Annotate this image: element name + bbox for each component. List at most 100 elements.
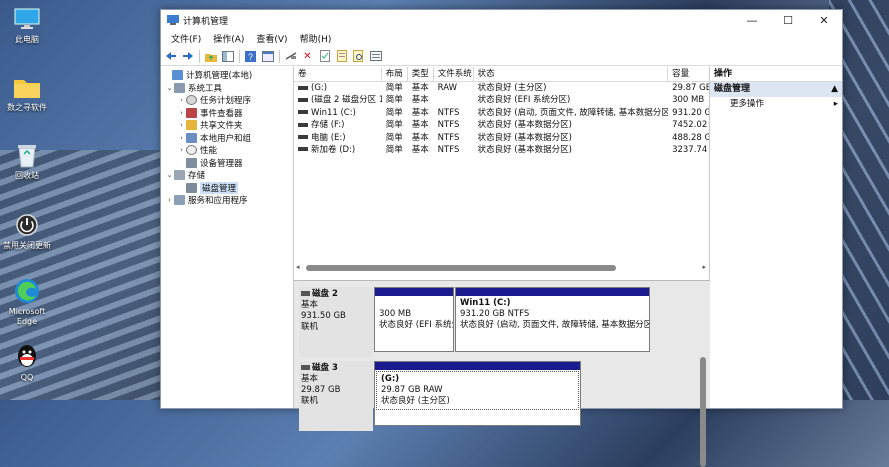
- chevron-right-icon[interactable]: ›: [177, 146, 186, 154]
- column-header-status[interactable]: 状态: [474, 67, 669, 81]
- volume-cell-text: 简单: [385, 132, 403, 143]
- volume-table-cell: NTFS: [434, 119, 474, 131]
- partition-block[interactable]: 300 MB 状态良好 (EFI 系统分区): [374, 287, 454, 352]
- volume-icon: [298, 97, 308, 102]
- partition-name: Win11 (C:): [460, 298, 511, 308]
- title-bar[interactable]: 计算机管理 — ☐ ✕: [161, 10, 842, 30]
- properties-icon[interactable]: [318, 50, 331, 63]
- volume-table-cell: 基本: [408, 119, 434, 131]
- close-button[interactable]: ✕: [806, 10, 842, 30]
- window-title: 计算机管理: [183, 16, 229, 27]
- vertical-scrollbar-thumb[interactable]: [700, 357, 706, 467]
- desktop-icon-this-pc[interactable]: 此电脑: [0, 6, 54, 45]
- partition-size: 931.20 GB NTFS: [460, 309, 530, 319]
- svg-text:?: ?: [248, 52, 253, 62]
- disk-management-pane: 卷 布局 类型 文件系统 状态 容量 (G:) 简单 基本 RAW 状态良好 (主分区)…: [294, 67, 710, 467]
- tree-item-computer-management[interactable]: 计算机管理(本地): [161, 69, 293, 82]
- volume-table-cell: 电脑 (E:): [294, 132, 382, 144]
- tree-item-storage[interactable]: ⌄ 存储: [161, 169, 293, 182]
- show-hide-tree-icon[interactable]: [221, 50, 234, 63]
- open-folder-icon[interactable]: [335, 50, 348, 63]
- volume-table-row[interactable]: (G:) 简单 基本 RAW 状态良好 (主分区) 29.87 GB: [294, 82, 709, 94]
- volume-cell-text: 3237.74: [672, 144, 708, 155]
- tree-item-label: 事件查看器: [200, 108, 243, 119]
- menu-help[interactable]: 帮助(H): [294, 32, 338, 45]
- tree-item-task-scheduler[interactable]: › 任务计划程序: [161, 94, 293, 107]
- chevron-right-icon[interactable]: ▸: [702, 263, 706, 273]
- desktop-icon-edge[interactable]: Microsoft Edge: [0, 278, 54, 327]
- volume-cell-text: 基本: [411, 83, 429, 93]
- volume-table-row[interactable]: Win11 (C:) 简单 基本 NTFS 状态良好 (启动, 页面文件, 故障转储, …: [294, 107, 709, 119]
- chevron-right-icon[interactable]: ›: [177, 109, 186, 117]
- column-header-capacity[interactable]: 容量: [668, 67, 709, 81]
- desktop-icon-qq[interactable]: QQ: [0, 344, 54, 383]
- tree-item-event-viewer[interactable]: › 事件查看器: [161, 107, 293, 120]
- console-icon[interactable]: [261, 50, 274, 63]
- tree-item-system-tools[interactable]: ⌄ 系统工具: [161, 82, 293, 95]
- up-folder-icon[interactable]: [204, 50, 217, 63]
- column-header-layout[interactable]: 布局: [382, 67, 408, 81]
- menu-view[interactable]: 查看(V): [250, 32, 293, 45]
- partition-block[interactable]: Win11 (C:) 931.20 GB NTFS 状态良好 (启动, 页面文件…: [455, 287, 650, 352]
- maximize-button[interactable]: ☐: [770, 10, 806, 30]
- menu-action[interactable]: 操作(A): [207, 32, 250, 45]
- chevron-right-icon[interactable]: ›: [177, 121, 186, 129]
- volume-table-row[interactable]: 存储 (F:) 简单 基本 NTFS 状态良好 (基本数据分区) 7452.02: [294, 119, 709, 131]
- partition-block[interactable]: (G:) 29.87 GB RAW 状态良好 (主分区): [374, 361, 581, 426]
- volume-table-cell: 931.20 GB: [668, 107, 709, 119]
- actions-section-disk-management[interactable]: 磁盘管理 ▲: [710, 82, 842, 97]
- desktop-icon-recycle-bin[interactable]: 回收站: [0, 142, 54, 181]
- disk-info[interactable]: 磁盘 2 基本 931.50 GB 联机: [299, 287, 373, 357]
- volume-table-cell: 状态良好 (基本数据分区): [474, 132, 669, 144]
- menu-file[interactable]: 文件(F): [165, 32, 207, 45]
- chevron-down-icon[interactable]: ⌄: [165, 171, 174, 179]
- connect-icon[interactable]: [284, 50, 297, 63]
- desktop-icon-folder[interactable]: 数之寻软件: [0, 74, 54, 113]
- column-header-volume[interactable]: 卷: [294, 67, 382, 81]
- tree-item-shared-folders[interactable]: › 共享文件夹: [161, 119, 293, 132]
- chevron-left-icon[interactable]: ◂: [296, 263, 300, 273]
- partition-size: 300 MB: [379, 309, 412, 319]
- volume-cell-text: 基本: [411, 132, 429, 143]
- volume-table-row[interactable]: 新加卷 (D:) 简单 基本 NTFS 状态良好 (基本数据分区) 3237.74: [294, 144, 709, 156]
- tree-item-local-users-groups[interactable]: › 本地用户和组: [161, 132, 293, 145]
- chevron-up-icon[interactable]: ▲: [831, 82, 838, 97]
- desktop-icon-label: 数之寻软件: [7, 103, 47, 112]
- chevron-right-icon[interactable]: ›: [165, 196, 174, 204]
- tree-item-performance[interactable]: › 性能: [161, 144, 293, 157]
- minimize-button[interactable]: —: [734, 10, 770, 30]
- chevron-right-icon[interactable]: ›: [177, 134, 186, 142]
- desktop-icon-label: Microsoft Edge: [8, 307, 46, 326]
- desktop-icon-disable-updates[interactable]: 禁用关闭更新: [0, 212, 54, 251]
- volume-cell-text: Win11 (C:): [311, 107, 356, 118]
- help-icon[interactable]: ?: [244, 50, 257, 63]
- volume-cell-text: 简单: [385, 83, 403, 93]
- volume-cell-text: 简单: [385, 120, 403, 131]
- disk-info[interactable]: 磁盘 3 基本 29.87 GB 联机: [299, 361, 373, 431]
- recycle-bin-icon: [13, 142, 41, 168]
- list-view-icon[interactable]: [369, 50, 382, 63]
- search-icon[interactable]: [352, 50, 365, 63]
- tree-item-device-manager[interactable]: 设备管理器: [161, 157, 293, 170]
- column-header-type[interactable]: 类型: [408, 67, 434, 81]
- delete-icon[interactable]: ✕: [301, 50, 314, 63]
- chevron-down-icon[interactable]: ⌄: [165, 84, 174, 92]
- back-arrow-icon[interactable]: [164, 50, 177, 63]
- volume-icon: [298, 85, 308, 90]
- tree-item-disk-management[interactable]: 磁盘管理: [161, 181, 293, 195]
- tree-item-label: 本地用户和组: [200, 133, 252, 144]
- storage-icon: [174, 170, 185, 181]
- more-actions-label: 更多操作: [730, 99, 765, 109]
- desktop-icon-label: 禁用关闭更新: [3, 241, 51, 250]
- toolbar: ? ✕: [161, 47, 842, 66]
- horizontal-scrollbar-thumb[interactable]: [306, 265, 616, 271]
- column-header-filesystem[interactable]: 文件系统: [434, 67, 474, 81]
- tree-item-label: 服务和应用程序: [188, 196, 248, 207]
- more-actions-item[interactable]: 更多操作 ▸: [710, 97, 842, 112]
- tree-item-services-applications[interactable]: › 服务和应用程序: [161, 194, 293, 207]
- volume-table-cell: 存储 (F:): [294, 119, 382, 131]
- forward-arrow-icon[interactable]: [181, 50, 194, 63]
- volume-table-row[interactable]: 电脑 (E:) 简单基本 NTFS 状态良好 (基本数据分区) 488.28 GB: [294, 132, 709, 144]
- chevron-right-icon[interactable]: ›: [177, 96, 186, 104]
- volume-table-row[interactable]: (磁盘 2 磁盘分区 1) 简单 基本 状态良好 (EFI 系统分区) 300 MB: [294, 94, 709, 106]
